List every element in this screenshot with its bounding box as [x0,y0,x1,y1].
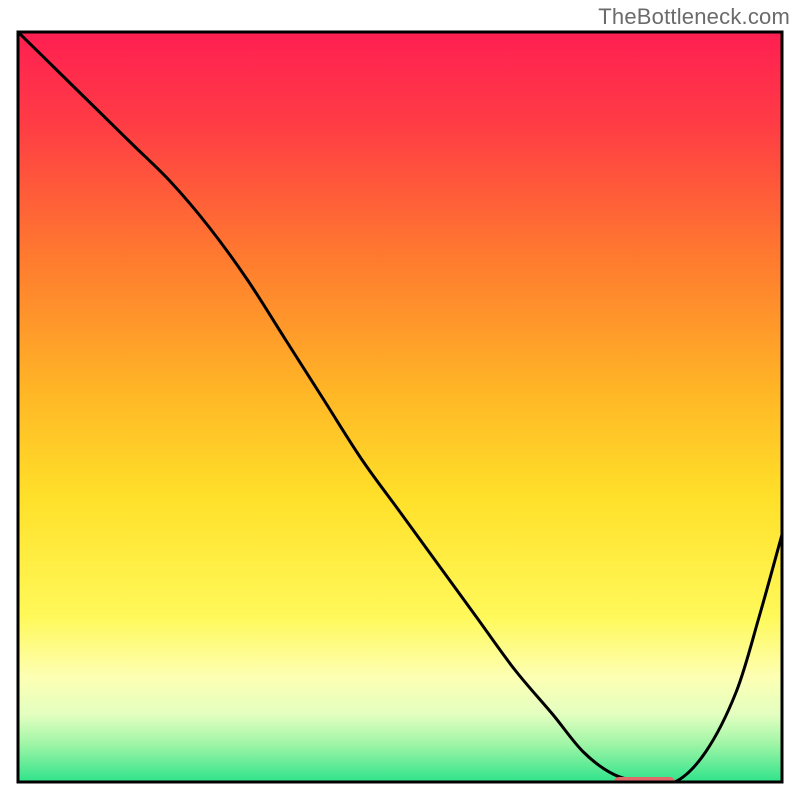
watermark-text: TheBottleneck.com [598,4,790,30]
bottleneck-chart [0,0,800,800]
chart-container: TheBottleneck.com [0,0,800,800]
